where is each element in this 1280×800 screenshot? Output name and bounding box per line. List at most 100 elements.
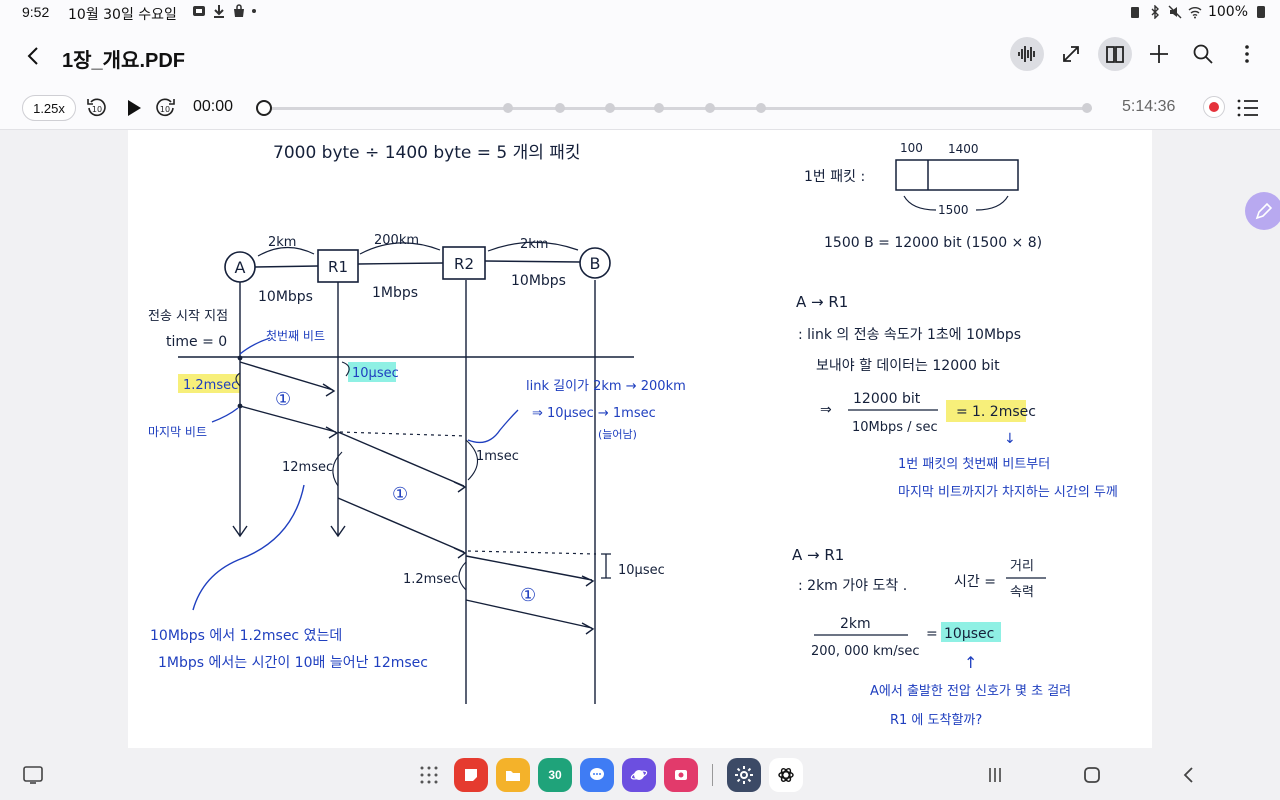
notification-icons — [192, 4, 256, 18]
total-time: 5:14:36 — [1122, 98, 1176, 115]
pen-icon — [1255, 202, 1273, 220]
record-dot-icon — [1209, 102, 1219, 112]
packet-payload-size: 1400 — [948, 142, 979, 156]
forward-10-button[interactable]: 10 — [152, 95, 178, 121]
chevron-left-icon — [27, 47, 38, 65]
planet-icon — [630, 770, 648, 780]
propagation-explain-1: A에서 출발한 전압 신호가 몇 초 걸려 — [870, 684, 1071, 699]
openai-knot-icon — [778, 768, 794, 782]
record-button[interactable] — [1203, 96, 1225, 118]
propagation-delay-notes: A → R1 : 2km 가야 도착 . 시간 = 거리 속력 2km 200,… — [792, 546, 1071, 728]
play-button[interactable] — [120, 95, 146, 121]
link-r2b-distance: 2km — [520, 237, 548, 252]
timeline-diagram: 전송 시작 지점 time = 0 첫번째 비트 마지막 비트 1.2msec … — [148, 280, 686, 704]
up-arrow: ↑ — [964, 653, 977, 672]
bookmark-marker[interactable] — [555, 103, 565, 113]
progress-thumb[interactable] — [256, 100, 272, 116]
bookmark-list-button[interactable] — [1236, 96, 1260, 120]
link-r2b-bandwidth: 10Mbps — [511, 273, 566, 289]
chat-bubble-icon — [590, 768, 604, 780]
app-drawer-button[interactable] — [412, 758, 446, 792]
calendar-day: 30 — [548, 768, 562, 782]
time-formula-denominator: 속력 — [1010, 585, 1034, 600]
pdf-page[interactable]: 7000 byte ÷ 1400 byte = 5 개의 패킷 A R1 R2 … — [128, 130, 1152, 748]
link-change-note-3: (늘어남) — [598, 428, 637, 441]
time-formula-numerator: 거리 — [1010, 559, 1034, 574]
node-r2-label: R2 — [454, 255, 474, 273]
recent-apps-button[interactable] — [982, 762, 1008, 788]
more-vertical-icon — [1245, 45, 1249, 63]
link-change-note-2: ⇒ 10μsec → 1msec — [532, 406, 656, 421]
search-button[interactable] — [1186, 37, 1220, 71]
files-app-icon[interactable] — [496, 758, 530, 792]
transmission-delay-result: 1. 2msec — [972, 404, 1036, 420]
current-time: 00:00 — [193, 98, 234, 115]
document-title: 1장_개요.PDF — [62, 50, 186, 72]
settings-app-icon[interactable] — [727, 758, 761, 792]
chatgpt-app-icon[interactable] — [769, 758, 803, 792]
packet-number-marker: ① — [275, 389, 291, 410]
internet-app-icon[interactable] — [622, 758, 656, 792]
propagation-time-2: 1msec — [476, 449, 519, 464]
pdf-viewer-screen: 9:52 10월 30일 수요일 100% 1장_개요.PDF 1.25x 10… — [0, 0, 1280, 800]
notes-icon — [465, 769, 477, 781]
camera-icon — [675, 770, 687, 780]
grid-icon — [420, 766, 438, 784]
bookmark-marker[interactable] — [705, 103, 715, 113]
folder-icon — [506, 771, 520, 781]
messages-app-icon[interactable] — [580, 758, 614, 792]
app-dock: 30 — [412, 758, 803, 792]
packet-structure: 1번 패킷 : 100 1400 1500 1500 B = 12000 bit… — [804, 141, 1042, 251]
download-notification-icon — [214, 5, 224, 18]
link-r1r2-bandwidth: 1Mbps — [372, 285, 418, 301]
link-r1r2-distance: 200km — [374, 233, 419, 248]
propagation-delay-result: 10μsec — [944, 626, 994, 642]
more-options-button[interactable] — [1230, 37, 1264, 71]
home-button[interactable] — [1079, 762, 1105, 788]
playback-speed-button[interactable]: 1.25x — [22, 95, 76, 121]
start-point-label: 전송 시작 지점 — [148, 309, 228, 324]
add-button[interactable] — [1142, 37, 1176, 71]
link-ab-distance: 2km — [268, 235, 296, 250]
system-back-button[interactable] — [1176, 762, 1202, 788]
document-canvas[interactable]: 7000 byte ÷ 1400 byte = 5 개의 패킷 A R1 R2 … — [0, 130, 1280, 750]
rewind-10-button[interactable]: 10 — [84, 95, 110, 121]
propagation-explain-2: R1 에 도착할까? — [890, 713, 982, 728]
notes-app-icon[interactable] — [454, 758, 488, 792]
fraction-equals: = — [956, 404, 968, 420]
down-arrow: ↓ — [1004, 431, 1016, 447]
time-zero-label: time = 0 — [166, 334, 227, 350]
pen-tool-button[interactable] — [1245, 192, 1280, 230]
propagation-time-1: 10μsec — [352, 366, 399, 381]
audio-waveform-button[interactable] — [1010, 37, 1044, 71]
section-title: A → R1 — [792, 546, 844, 564]
bookmark-marker[interactable] — [503, 103, 513, 113]
bottom-note-line-2: 1Mbps 에서는 시간이 10배 늘어난 12msec — [158, 655, 428, 671]
screen-recorder-app-icon[interactable] — [664, 758, 698, 792]
bookmark-marker[interactable] — [605, 103, 615, 113]
propagation-time-3: 10μsec — [618, 563, 665, 578]
battery-icon — [1257, 6, 1265, 18]
edge-panel-button[interactable] — [20, 762, 46, 788]
system-icons: 100% — [1128, 4, 1268, 20]
first-bit-label: 첫번째 비트 — [266, 329, 325, 343]
transmission-note-line-2: 보내야 할 데이터는 12000 bit — [816, 358, 1000, 374]
calendar-app-icon[interactable]: 30 — [538, 758, 572, 792]
bookmark-marker[interactable] — [756, 103, 766, 113]
link-ab-bandwidth: 10Mbps — [258, 289, 313, 305]
back-button[interactable] — [18, 40, 50, 72]
bookmark-marker[interactable] — [654, 103, 664, 113]
expand-button[interactable] — [1054, 37, 1088, 71]
bookmark-marker[interactable] — [1082, 103, 1092, 113]
fraction-denominator: 200, 000 km/sec — [811, 644, 920, 659]
transmission-note-line-1: : link 의 전송 속도가 1초에 10Mbps — [798, 327, 1021, 343]
edge-panel-icon — [23, 766, 43, 784]
status-date: 10월 30일 수요일 — [68, 7, 177, 23]
progress-track[interactable] — [264, 107, 1092, 110]
reading-mode-button[interactable] — [1098, 37, 1132, 71]
last-bit-label: 마지막 비트 — [148, 425, 207, 439]
packet-label: 1번 패킷 : — [804, 169, 865, 185]
transmission-time-1: 1.2msec — [183, 378, 238, 393]
forward-seconds-label: 10 — [160, 105, 170, 114]
expand-icon — [1063, 46, 1079, 62]
